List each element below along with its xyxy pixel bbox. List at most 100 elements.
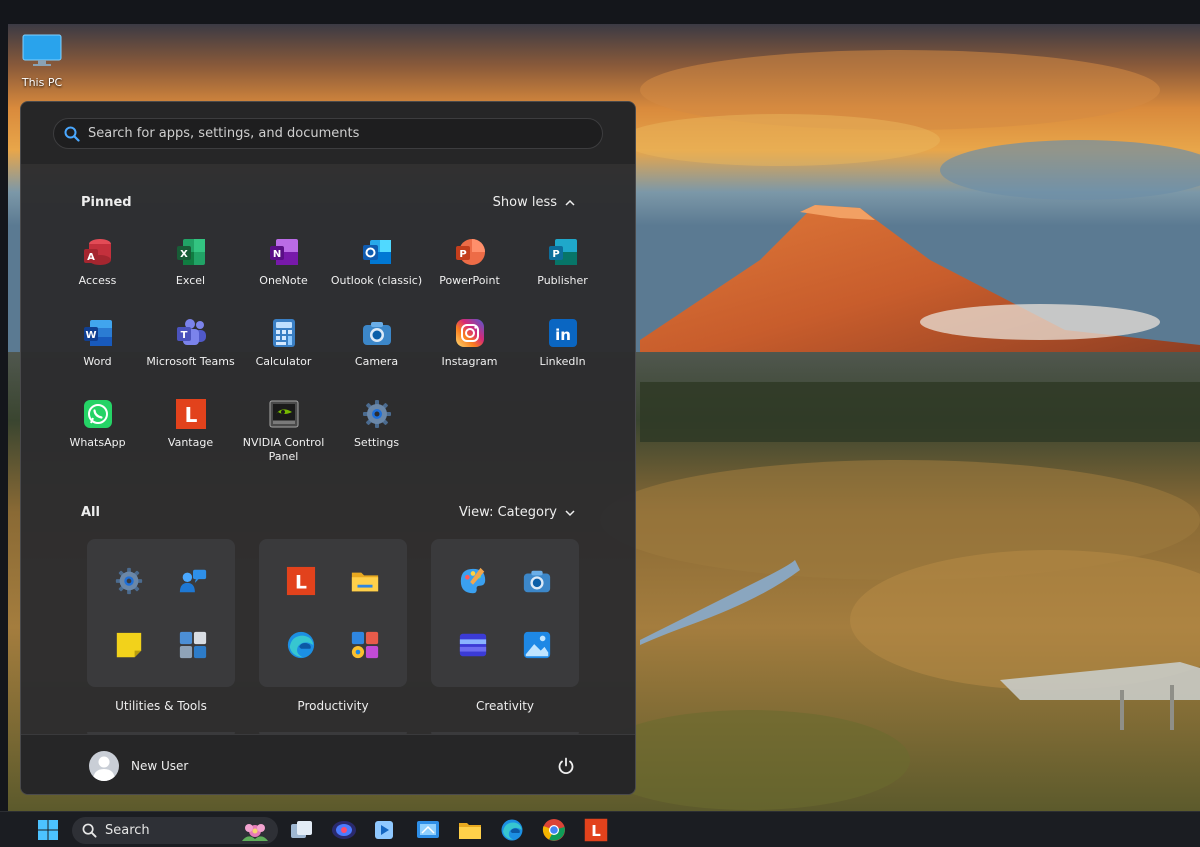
camera-icon bbox=[523, 570, 551, 593]
svg-text:A: A bbox=[87, 252, 95, 263]
svg-text:P: P bbox=[459, 249, 466, 260]
taskbar-task-view[interactable] bbox=[288, 816, 316, 844]
category-productivity[interactable]: L Productivity bbox=[259, 539, 407, 713]
settings-gear-icon bbox=[115, 567, 143, 595]
user-account-button[interactable]: New User bbox=[89, 750, 188, 781]
flower-highlight-icon bbox=[242, 823, 268, 841]
nvidia-icon bbox=[269, 400, 298, 428]
file-explorer-icon bbox=[459, 823, 481, 839]
svg-text:P: P bbox=[552, 249, 559, 260]
taskbar-vantage[interactable]: L bbox=[582, 816, 610, 844]
screen-tool-icon bbox=[417, 821, 439, 838]
taskbar-start-button[interactable] bbox=[34, 816, 62, 844]
start-search-box[interactable] bbox=[53, 118, 603, 149]
pinned-app-nvidia-control-panel[interactable]: NVIDIA Control Panel bbox=[237, 396, 330, 477]
pinned-app-onenote[interactable]: N OneNote bbox=[237, 234, 330, 315]
pinned-app-settings[interactable]: Settings bbox=[330, 396, 423, 477]
taskbar-search-box[interactable]: Search bbox=[72, 817, 278, 844]
access-icon: A bbox=[83, 239, 111, 265]
photos-icon bbox=[523, 631, 551, 659]
search-icon bbox=[82, 823, 97, 838]
app-label: Publisher bbox=[537, 274, 588, 287]
category-creativity[interactable]: Creativity bbox=[431, 539, 579, 713]
start-menu: Pinned Show less A Access X Excel bbox=[20, 101, 636, 795]
all-apps-header: All View: Category bbox=[21, 505, 635, 520]
pinned-app-whatsapp[interactable]: WhatsApp bbox=[51, 396, 144, 477]
svg-text:N: N bbox=[272, 249, 280, 260]
view-category-button[interactable]: View: Category bbox=[459, 505, 575, 520]
pinned-app-excel[interactable]: X Excel bbox=[144, 234, 237, 315]
svg-text:X: X bbox=[180, 249, 188, 260]
search-icon bbox=[64, 126, 80, 142]
svg-text:L: L bbox=[591, 822, 601, 840]
taskbar-chrome[interactable] bbox=[540, 816, 568, 844]
sticky-notes-icon bbox=[116, 632, 142, 658]
powerpoint-icon: P bbox=[455, 239, 485, 265]
category-utilities-tools[interactable]: Utilities & Tools bbox=[87, 539, 235, 713]
whatsapp-icon bbox=[83, 400, 112, 428]
calculator-icon bbox=[272, 319, 295, 347]
app-label: LinkedIn bbox=[539, 355, 586, 368]
app-label: Vantage bbox=[167, 436, 214, 449]
outlook-icon bbox=[362, 240, 391, 264]
app-label: OneNote bbox=[259, 274, 308, 287]
app-label: Calculator bbox=[255, 355, 312, 368]
taskbar-file-explorer[interactable] bbox=[456, 816, 484, 844]
pinned-app-teams[interactable]: T Microsoft Teams bbox=[144, 315, 237, 396]
media-player-icon bbox=[332, 821, 356, 839]
pinned-app-access[interactable]: A Access bbox=[51, 234, 144, 315]
app-label: Word bbox=[83, 355, 112, 368]
onenote-icon: N bbox=[269, 239, 298, 265]
file-explorer-icon bbox=[351, 572, 379, 592]
category-box[interactable]: L bbox=[259, 539, 407, 687]
app-label: Camera bbox=[354, 355, 399, 368]
view-category-label: View: Category bbox=[458, 505, 557, 520]
svg-text:W: W bbox=[85, 330, 96, 341]
pinned-app-instagram[interactable]: Instagram bbox=[423, 315, 516, 396]
vantage-icon: L bbox=[175, 399, 206, 429]
app-label: WhatsApp bbox=[69, 436, 126, 449]
taskbar-video-app[interactable] bbox=[370, 816, 398, 844]
svg-text:in: in bbox=[555, 326, 571, 344]
power-icon[interactable] bbox=[557, 757, 575, 775]
show-less-label: Show less bbox=[492, 195, 557, 210]
pinned-title: Pinned bbox=[81, 195, 132, 210]
pinned-app-outlook[interactable]: Outlook (classic) bbox=[330, 234, 423, 315]
app-label: Instagram bbox=[441, 355, 498, 368]
vantage-icon: L bbox=[584, 818, 608, 842]
start-search-area bbox=[21, 102, 635, 164]
camera-icon bbox=[362, 322, 391, 345]
category-label: Creativity bbox=[475, 699, 535, 713]
taskbar-edge[interactable] bbox=[498, 816, 526, 844]
pinned-app-powerpoint[interactable]: P PowerPoint bbox=[423, 234, 516, 315]
app-label: NVIDIA Control Panel bbox=[242, 436, 325, 463]
taskbar-screen-tool[interactable] bbox=[414, 816, 442, 844]
desktop-icon-label: This PC bbox=[21, 76, 63, 89]
category-box[interactable] bbox=[431, 539, 579, 687]
chevron-up-icon bbox=[565, 199, 575, 206]
pinned-app-calculator[interactable]: Calculator bbox=[237, 315, 330, 396]
pinned-app-linkedin[interactable]: in LinkedIn bbox=[516, 315, 609, 396]
show-less-button[interactable]: Show less bbox=[493, 195, 575, 210]
excel-icon: X bbox=[176, 239, 205, 265]
svg-text:T: T bbox=[180, 330, 187, 341]
svg-text:L: L bbox=[184, 403, 197, 427]
productivity-folder-icon bbox=[351, 631, 379, 659]
app-label: Excel bbox=[175, 274, 206, 287]
desktop-icon-this-pc[interactable]: This PC bbox=[14, 34, 70, 89]
taskbar-media-app[interactable] bbox=[330, 816, 358, 844]
category-label: Productivity bbox=[297, 699, 369, 713]
app-label: Microsoft Teams bbox=[146, 355, 235, 368]
pinned-app-vantage[interactable]: L Vantage bbox=[144, 396, 237, 477]
start-icon bbox=[38, 820, 58, 840]
pinned-header: Pinned Show less bbox=[21, 195, 635, 210]
pinned-app-publisher[interactable]: P Publisher bbox=[516, 234, 609, 315]
pinned-app-camera[interactable]: Camera bbox=[330, 315, 423, 396]
start-search-input[interactable] bbox=[88, 126, 602, 141]
pinned-app-word[interactable]: W Word bbox=[51, 315, 144, 396]
instagram-icon bbox=[455, 319, 484, 347]
pinned-apps-grid: A Access X Excel N OneNote Outlook (clas… bbox=[51, 234, 609, 477]
category-box[interactable] bbox=[87, 539, 235, 687]
chevron-down-icon bbox=[565, 509, 575, 516]
svg-text:L: L bbox=[295, 573, 307, 594]
